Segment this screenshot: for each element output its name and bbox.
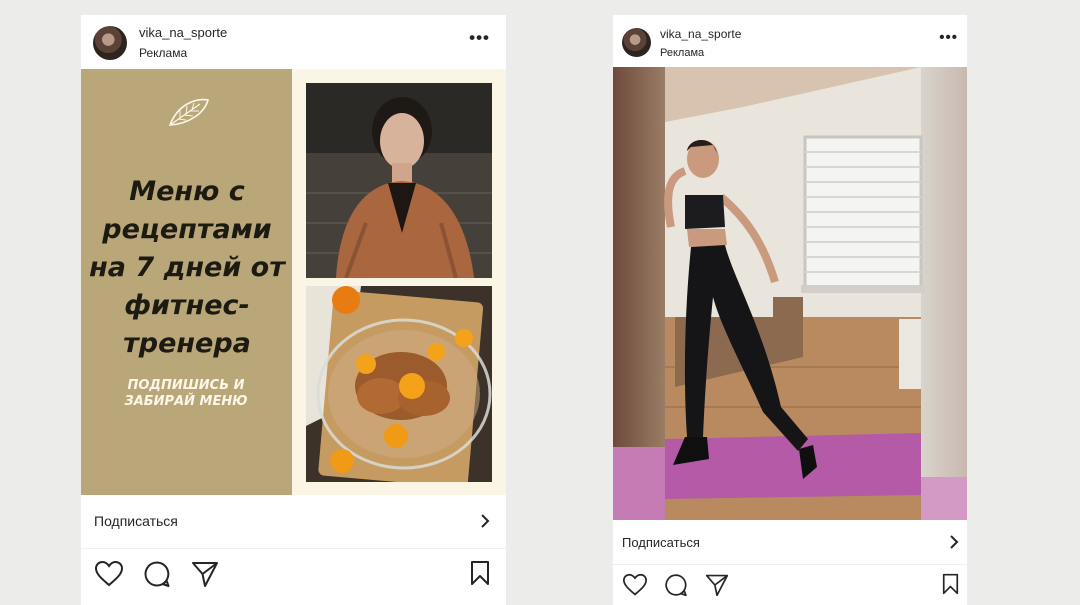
comment-icon[interactable] <box>664 573 688 597</box>
ad-text-panel: Меню с рецептами на 7 дней от фитнес-тре… <box>81 69 292 495</box>
trainer-photo <box>306 83 492 278</box>
heart-icon[interactable] <box>622 573 648 597</box>
post-header: vika_na_sporte Реклама ••• <box>613 15 967 67</box>
more-options-icon[interactable]: ••• <box>939 29 958 46</box>
post-actions <box>81 555 506 595</box>
post-media[interactable]: Меню с рецептами на 7 дней от фитнес-тре… <box>81 69 506 495</box>
post-header: vika_na_sporte Реклама ••• <box>81 15 506 69</box>
ad-title: Меню с рецептами на 7 дней от фитнес-тре… <box>89 176 285 359</box>
follow-label: Подписаться <box>94 513 178 529</box>
chevron-right-icon <box>950 535 959 549</box>
sponsored-label: Реклама <box>660 47 705 59</box>
follow-row[interactable]: Подписаться <box>81 495 506 549</box>
heart-icon[interactable] <box>94 560 124 588</box>
avatar[interactable] <box>93 26 127 60</box>
food-photo <box>306 286 492 482</box>
chevron-right-icon <box>481 514 490 528</box>
leaf-icon <box>168 98 210 126</box>
username[interactable]: vika_na_sporte <box>660 27 741 41</box>
bookmark-icon[interactable] <box>470 560 490 586</box>
follow-label: Подписаться <box>622 535 700 550</box>
sponsored-label: Реклама <box>139 46 188 60</box>
avatar[interactable] <box>622 28 651 57</box>
ad-cta: ПОДПИШИСЬ И ЗАБИРАЙ МЕНЮ <box>124 378 248 409</box>
more-options-icon[interactable]: ••• <box>469 28 490 48</box>
post-video[interactable] <box>613 67 967 520</box>
comment-icon[interactable] <box>143 560 171 588</box>
share-icon[interactable] <box>705 573 729 597</box>
share-icon[interactable] <box>191 560 219 588</box>
sponsored-post-workout: vika_na_sporte Реклама ••• Подписаться <box>613 15 967 605</box>
follow-row[interactable]: Подписаться <box>613 520 967 565</box>
sponsored-post-menu: vika_na_sporte Реклама ••• Меню с рецепт… <box>81 15 506 605</box>
username[interactable]: vika_na_sporte <box>139 25 227 40</box>
bookmark-icon[interactable] <box>942 573 959 595</box>
